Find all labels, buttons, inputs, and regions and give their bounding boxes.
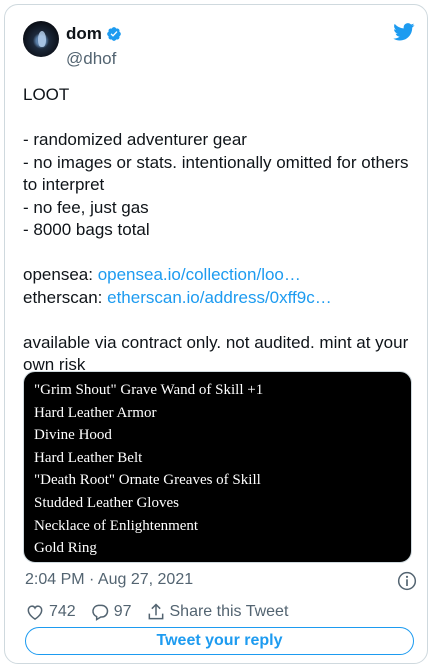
loot-item: Gold Ring <box>34 540 97 557</box>
loot-item: "Death Root" Ornate Greaves of Skill <box>34 472 261 489</box>
share-label: Share this Tweet <box>169 603 289 620</box>
opensea-label: opensea: <box>23 265 93 284</box>
like-count: 742 <box>49 603 76 620</box>
reply-action-button[interactable]: 97 <box>90 602 132 622</box>
info-icon[interactable] <box>397 571 417 591</box>
etherscan-label: etherscan: <box>23 287 103 307</box>
share-button[interactable]: Share this Tweet <box>146 602 289 622</box>
tweet-footer-text: available via contract only. not audited… <box>23 332 409 375</box>
loot-item: Studded Leather Gloves <box>34 494 179 511</box>
tweet-your-reply-button[interactable]: Tweet your reply <box>25 627 414 655</box>
tweet-card: dom @dhof LOOT - randomized adventurer g… <box>4 4 428 664</box>
tweet-bullet: - randomized adventurer gear <box>23 130 247 149</box>
loot-item: "Grim Shout" Grave Wand of Skill +1 <box>34 382 264 398</box>
tweet-text: LOOT - randomized adventurer gear - no i… <box>23 84 418 377</box>
reply-count: 97 <box>113 603 132 620</box>
tweet-bullet: - no images or stats. intentionally omit… <box>23 152 409 195</box>
tweet-bullet: - no fee, just gas <box>23 197 149 217</box>
tweet-header: dom @dhof <box>23 21 415 77</box>
twitter-bird-icon[interactable] <box>393 23 415 41</box>
tweet-timestamp[interactable]: 2:04 PM · Aug 27, 2021 <box>25 571 193 589</box>
author-handle[interactable]: @dhof <box>66 49 116 69</box>
tweet-meta: 2:04 PM · Aug 27, 2021 <box>25 571 417 593</box>
avatar[interactable] <box>23 21 59 57</box>
etherscan-link[interactable]: etherscan.io/address/0xff9c… <box>107 288 332 307</box>
like-button[interactable]: 742 <box>25 602 76 622</box>
verified-badge-icon <box>107 27 121 41</box>
loot-item: Hard Leather Belt <box>34 449 143 466</box>
share-icon <box>148 603 163 620</box>
etherscan-line: etherscan: etherscan.io/address/0xff9c… <box>23 287 418 310</box>
loot-item-list: "Grim Shout" Grave Wand of Skill +1 Hard… <box>34 379 263 560</box>
author-name-row[interactable]: dom <box>66 23 122 45</box>
reply-icon <box>91 604 108 621</box>
loot-item: Divine Hood <box>34 427 112 444</box>
tweet-actions: 742 97 Share this Tweet <box>25 601 302 623</box>
tweet-bullet: - 8000 bags total <box>23 220 150 239</box>
tweet-media-image[interactable]: "Grim Shout" Grave Wand of Skill +1 Hard… <box>23 371 412 563</box>
loot-item: Necklace of Enlightenment <box>34 517 199 534</box>
heart-icon <box>27 605 43 620</box>
author-display-name[interactable]: dom <box>66 24 102 44</box>
loot-item: Hard Leather Armor <box>34 404 157 421</box>
tweet-title: LOOT <box>23 85 70 104</box>
opensea-link[interactable]: opensea.io/collection/loo… <box>98 265 301 284</box>
opensea-line: opensea: opensea.io/collection/loo… <box>23 264 418 287</box>
